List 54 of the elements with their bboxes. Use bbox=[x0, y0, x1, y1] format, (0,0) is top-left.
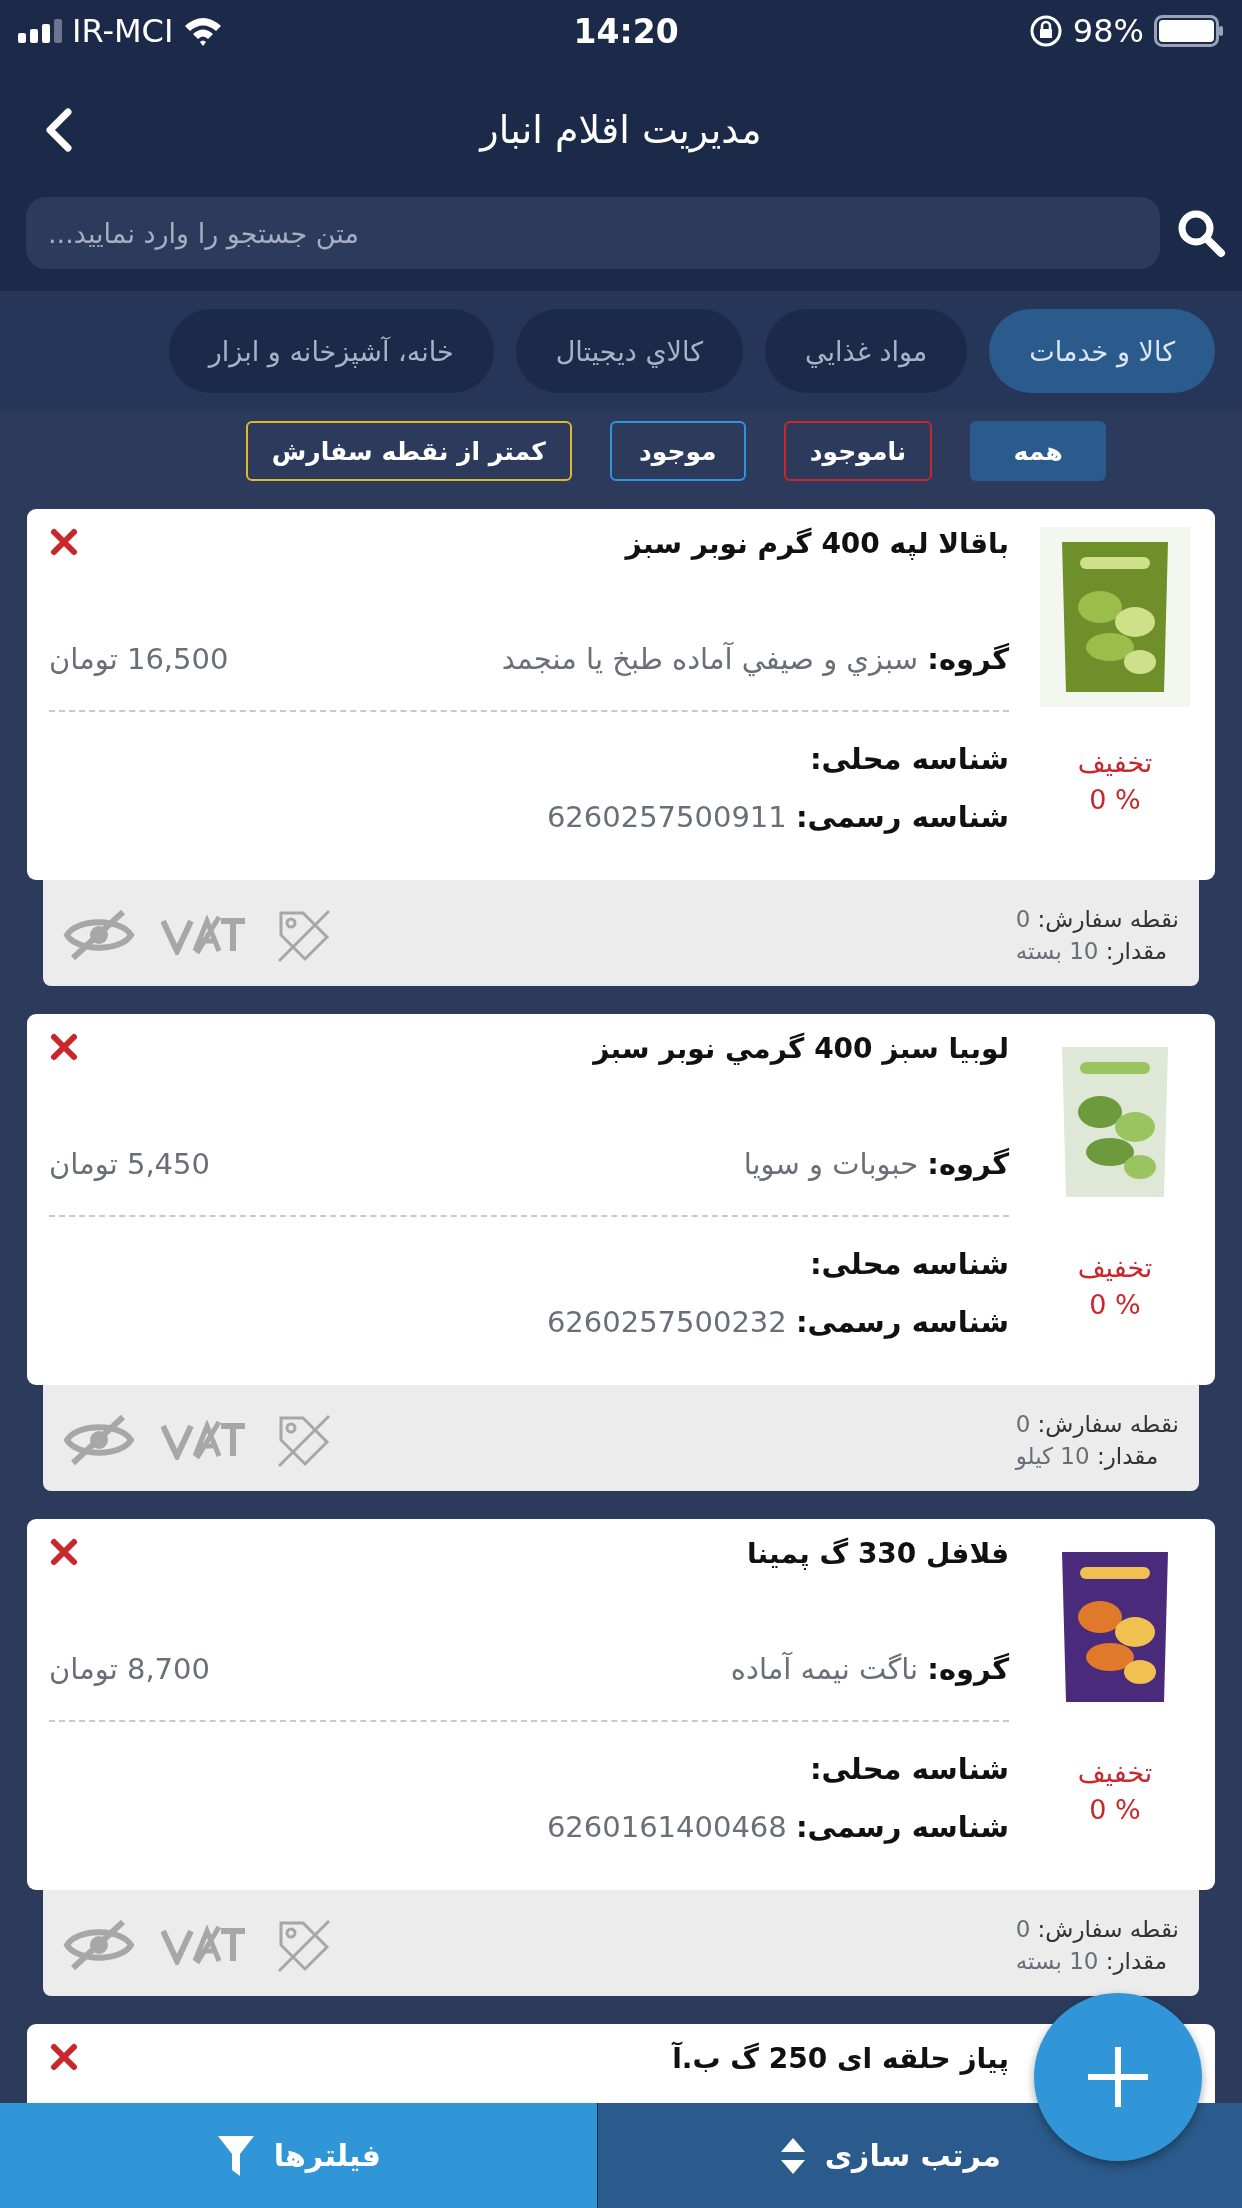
product-name: پیاز حلقه ای 250 گ ب.آ bbox=[672, 2042, 1009, 2075]
category-tab[interactable]: مواد غذايي bbox=[765, 309, 968, 393]
delete-icon[interactable] bbox=[49, 1537, 79, 1567]
quantity: مقدار: 10 بسته bbox=[1015, 1948, 1168, 1974]
product-group: گروه: ناگت نيمه آماده bbox=[730, 1652, 1009, 1686]
filter-chip[interactable]: ناموجود bbox=[783, 421, 933, 481]
plus-icon bbox=[1086, 2045, 1150, 2109]
battery-icon bbox=[1154, 15, 1224, 47]
product-group: گروه: سبزي و صيفي آماده طبخ يا منجمد bbox=[501, 642, 1009, 676]
status-time: 14:20 bbox=[573, 11, 679, 51]
product-name: فلافل 330 گ پمينا bbox=[747, 1537, 1009, 1570]
quantity: مقدار: 10 بسته bbox=[1015, 938, 1168, 964]
signal-icon bbox=[18, 19, 62, 43]
product-group: گروه: حبوبات و سويا bbox=[743, 1147, 1009, 1181]
vat-icon[interactable] bbox=[161, 1420, 247, 1460]
category-tab[interactable]: كالاي ديجيتال bbox=[515, 309, 743, 393]
quantity: مقدار: 10 کیلو bbox=[1015, 1443, 1159, 1469]
wifi-icon bbox=[183, 16, 224, 46]
search-field[interactable]: متن جستجو را وارد نمایید... bbox=[26, 197, 1160, 269]
product-name: لوبيا سبز 400 گرمي نوبر سبز bbox=[593, 1032, 1009, 1065]
filter-chip[interactable]: همه bbox=[970, 421, 1107, 481]
page-title: مدیریت اقلام انبار bbox=[480, 107, 762, 152]
delete-icon[interactable] bbox=[49, 1032, 79, 1062]
product-price: 8,700 تومان bbox=[49, 1652, 210, 1686]
category-tab[interactable]: خانه، آشپزخانه و ابزار bbox=[168, 309, 494, 393]
eye-slash-icon[interactable] bbox=[63, 1918, 135, 1972]
eye-slash-icon[interactable] bbox=[63, 908, 135, 962]
local-id-label: شناسه محلی: bbox=[809, 1247, 1009, 1281]
category-tab[interactable]: کالا و خدمات bbox=[989, 309, 1215, 393]
local-id-label: شناسه محلی: bbox=[809, 1752, 1009, 1786]
rotation-lock-icon bbox=[1028, 14, 1063, 48]
eye-slash-icon[interactable] bbox=[63, 1413, 135, 1467]
vat-icon[interactable] bbox=[161, 1925, 247, 1965]
carrier-name: IR-MCI bbox=[72, 12, 174, 50]
vat-icon[interactable] bbox=[161, 915, 247, 955]
filter-chip[interactable]: کمتر از نقطه سفارش bbox=[245, 421, 572, 481]
discount-label: تخفیف bbox=[1077, 1252, 1153, 1283]
product-price: 5,450 تومان bbox=[49, 1147, 210, 1181]
filter-chip[interactable]: موجود bbox=[609, 421, 746, 481]
delete-icon[interactable] bbox=[49, 527, 79, 557]
delete-icon[interactable] bbox=[49, 2042, 79, 2072]
discount-label: تخفیف bbox=[1077, 747, 1153, 778]
sort-button[interactable]: مرتب سازی bbox=[772, 2127, 1007, 2184]
discount-value: 0 % bbox=[1089, 784, 1141, 815]
discount-label: تخفیف bbox=[1077, 1757, 1153, 1788]
chevron-left-icon bbox=[44, 108, 74, 152]
product-name: باقالا لپه 400 گرم نوبر سبز bbox=[625, 527, 1009, 560]
local-id-label: شناسه محلی: bbox=[809, 742, 1009, 776]
filter-icon bbox=[215, 2133, 256, 2178]
discount-value: 0 % bbox=[1089, 1794, 1141, 1825]
battery-percent: 98% bbox=[1072, 12, 1144, 50]
discount-value: 0 % bbox=[1089, 1289, 1141, 1320]
product-price: 16,500 تومان bbox=[49, 642, 229, 676]
search-icon[interactable] bbox=[1176, 208, 1226, 258]
